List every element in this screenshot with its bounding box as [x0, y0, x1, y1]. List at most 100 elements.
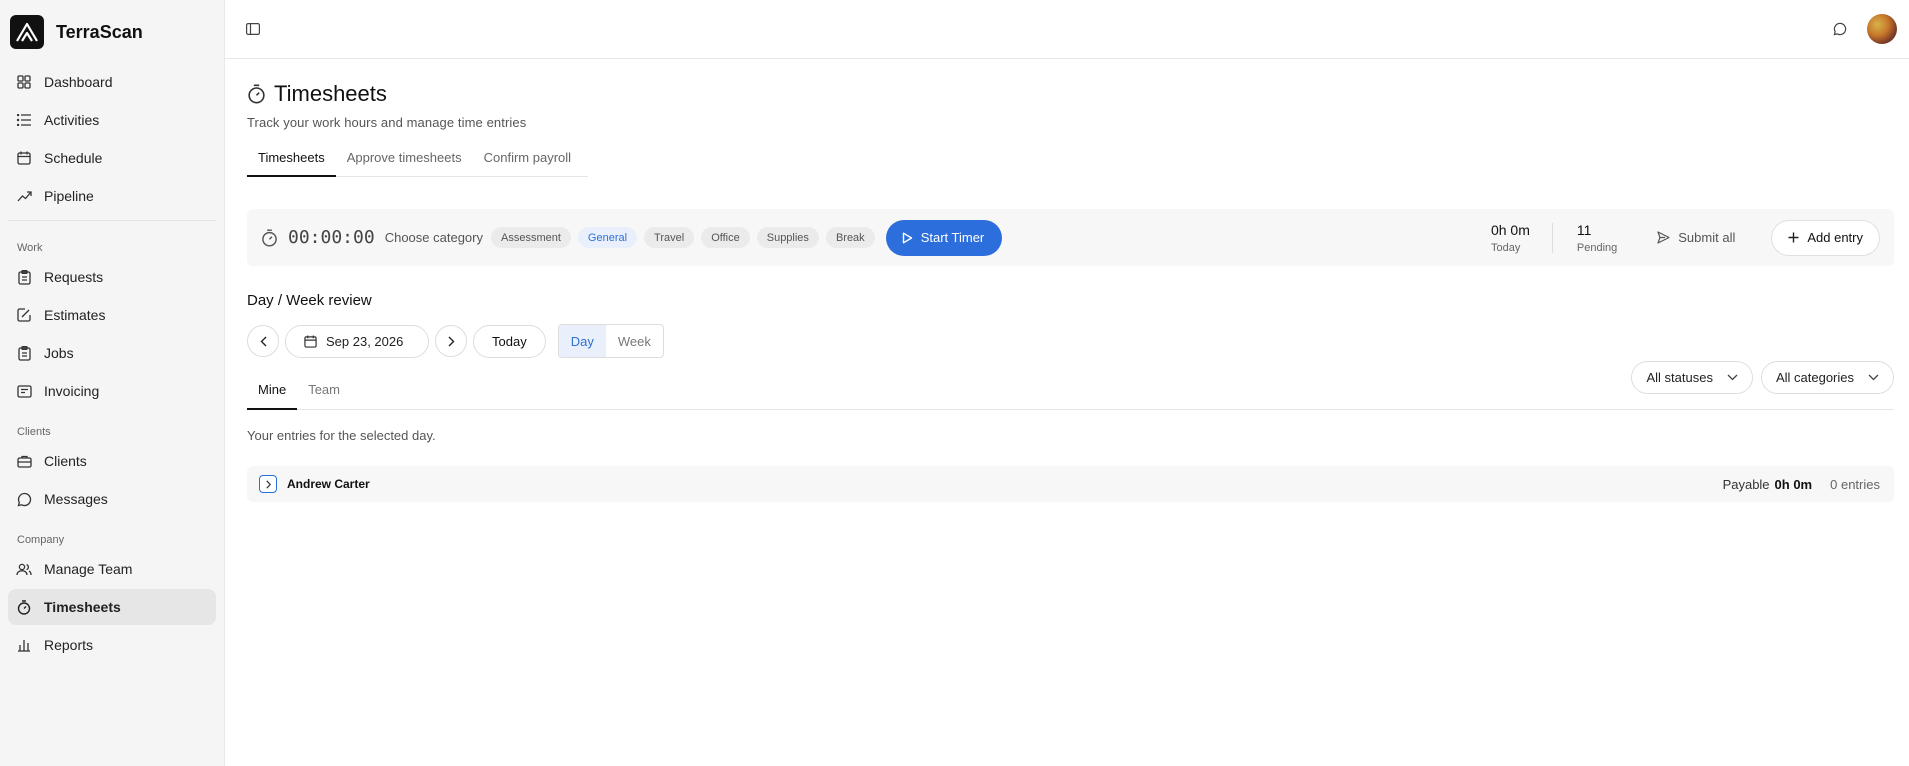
bar-chart-icon	[16, 637, 32, 653]
sidebar-item-label: Schedule	[44, 150, 103, 166]
start-timer-button[interactable]: Start Timer	[885, 219, 1003, 256]
stopwatch-icon	[247, 84, 266, 104]
expand-row-button[interactable]	[259, 475, 277, 493]
stopwatch-icon	[16, 599, 32, 615]
calendar-icon	[16, 150, 32, 166]
submit-all-label: Submit all	[1678, 230, 1736, 245]
date-navigation: Sep 23, 2026 Today Day Week	[247, 324, 664, 358]
page-subtitle: Track your work hours and manage time en…	[247, 115, 527, 130]
tab-timesheets[interactable]: Timesheets	[247, 150, 336, 177]
category-chip-office[interactable]: Office	[701, 227, 750, 248]
chevron-down-icon	[1727, 374, 1738, 381]
timer-stats: 0h 0m Today 11 Pending Submit all Add en…	[1491, 209, 1880, 266]
chat-icon[interactable]	[1831, 19, 1849, 39]
sidebar-item-schedule[interactable]: Schedule	[8, 140, 216, 176]
start-timer-label: Start Timer	[920, 230, 985, 245]
sidebar-item-timesheets[interactable]: Timesheets	[8, 589, 216, 625]
payable-label: Payable	[1722, 476, 1770, 492]
add-entry-button[interactable]: Add entry	[1771, 219, 1880, 256]
entry-summary: Payable 0h 0m 0 entries	[1723, 477, 1880, 492]
sidebar-item-activities[interactable]: Activities	[8, 102, 216, 138]
plus-icon	[1788, 232, 1799, 243]
next-day-button[interactable]	[435, 325, 467, 357]
sidebar-toggle-icon[interactable]	[244, 19, 262, 39]
main-content: Timesheets Track your work hours and man…	[247, 59, 1894, 502]
category-filter-select[interactable]: All categories	[1760, 361, 1894, 394]
date-picker[interactable]: Sep 23, 2026	[285, 324, 429, 358]
today-button[interactable]: Today	[473, 324, 546, 358]
status-filter-value: All statuses	[1646, 370, 1713, 385]
review-title: Day / Week review	[247, 292, 372, 309]
sidebar-item-label: Messages	[44, 491, 108, 507]
sidebar-item-label: Reports	[44, 637, 94, 653]
today-value: 0h 0m	[1490, 221, 1530, 238]
sidebar-item-label: Timesheets	[44, 599, 121, 615]
sidebar-item-estimates[interactable]: Estimates	[8, 297, 216, 333]
sidebar-item-manage-team[interactable]: Manage Team	[8, 551, 216, 587]
selected-date: Sep 23, 2026	[326, 333, 404, 349]
sidebar-item-requests[interactable]: Requests	[8, 259, 216, 295]
payable-hours: 0h 0m	[1774, 476, 1813, 492]
sidebar-nav: Dashboard Activities Schedule Pipeline W…	[0, 64, 224, 663]
chevron-left-icon	[260, 336, 267, 347]
view-option-day[interactable]: Day	[558, 325, 606, 357]
sidebar-item-pipeline[interactable]: Pipeline	[8, 178, 216, 214]
sidebar-item-reports[interactable]: Reports	[8, 627, 216, 663]
section-label-company: Company	[17, 534, 65, 546]
timer-bar: 00:00:00 Choose category Assessment Gene…	[247, 209, 1894, 266]
category-chip-assessment[interactable]: Assessment	[490, 227, 571, 248]
sidebar-divider	[8, 220, 216, 221]
brand[interactable]: TerraScan	[0, 0, 224, 64]
sidebar-item-clients[interactable]: Clients	[8, 443, 216, 479]
previous-day-button[interactable]	[247, 325, 279, 357]
clipboard-icon	[16, 269, 32, 285]
tab-team[interactable]: Team	[297, 379, 351, 410]
sidebar-item-label: Invoicing	[44, 383, 100, 399]
list-icon	[16, 112, 32, 128]
category-chip-supplies[interactable]: Supplies	[756, 227, 819, 248]
tab-approve-timesheets[interactable]: Approve timesheets	[336, 150, 473, 176]
category-chip-travel[interactable]: Travel	[644, 227, 695, 248]
trend-icon	[16, 188, 32, 204]
sidebar-item-messages[interactable]: Messages	[8, 481, 216, 517]
page-title: Timesheets	[274, 81, 387, 106]
sidebar-item-label: Dashboard	[44, 74, 113, 90]
choose-category-label: Choose category	[384, 230, 483, 245]
timer-display: 00:00:00	[288, 227, 375, 248]
sidebar-item-label: Manage Team	[44, 561, 133, 577]
status-filter-select[interactable]: All statuses	[1631, 361, 1753, 394]
app-logo	[10, 15, 44, 49]
send-icon	[1657, 231, 1670, 244]
message-icon	[16, 491, 32, 507]
category-chip-general[interactable]: General	[577, 227, 638, 248]
calendar-icon	[304, 334, 317, 348]
grid-icon	[16, 74, 32, 90]
page-header: Timesheets	[247, 81, 1894, 107]
sidebar-item-invoicing[interactable]: Invoicing	[8, 373, 216, 409]
users-icon	[16, 561, 32, 577]
page-tabs: Timesheets Approve timesheets Confirm pa…	[247, 150, 588, 177]
tab-confirm-payroll[interactable]: Confirm payroll	[473, 150, 582, 176]
today-stat: 0h 0m Today	[1491, 222, 1530, 254]
stopwatch-icon	[261, 228, 278, 247]
filters: All statuses All categories	[1623, 361, 1894, 394]
stat-divider	[1551, 222, 1553, 253]
sidebar-item-label: Requests	[44, 269, 104, 285]
sidebar-item-jobs[interactable]: Jobs	[8, 335, 216, 371]
section-label-work: Work	[17, 242, 43, 254]
avatar[interactable]	[1867, 14, 1897, 44]
sidebar-item-label: Jobs	[44, 345, 74, 361]
chevron-right-icon	[265, 479, 271, 489]
sidebar-item-dashboard[interactable]: Dashboard	[8, 64, 216, 100]
tab-mine[interactable]: Mine	[247, 379, 298, 410]
category-chip-break[interactable]: Break	[825, 227, 875, 248]
top-bar	[225, 0, 1909, 59]
sidebar-item-label: Clients	[44, 453, 87, 469]
submit-all-button[interactable]: Submit all	[1657, 230, 1735, 245]
sidebar: TerraScan Dashboard Activities Schedule …	[0, 0, 225, 766]
view-option-week[interactable]: Week	[606, 325, 663, 357]
chevron-right-icon	[448, 336, 455, 347]
play-icon	[902, 232, 913, 244]
pending-stat: 11 Pending	[1577, 222, 1617, 254]
today-label: Today	[1490, 241, 1521, 254]
